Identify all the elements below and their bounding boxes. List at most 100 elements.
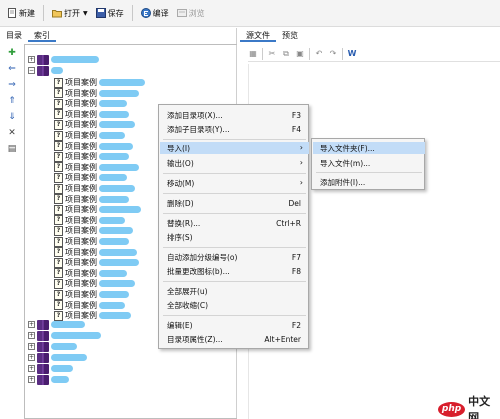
chevron-right-icon: ›: [299, 178, 303, 187]
add-icon[interactable]: ✚: [7, 48, 17, 58]
tree-item[interactable]: ? 项目案例: [54, 98, 127, 109]
paste-icon[interactable]: ▣: [295, 49, 305, 59]
tree-item[interactable]: ? 项目案例: [54, 257, 139, 268]
help-document-icon: ?: [54, 172, 63, 183]
right-tabs: 源文件 预览: [240, 28, 500, 42]
tree-node[interactable]: +: [28, 341, 77, 352]
menu-auto-number[interactable]: 自动添加分级编号(o) F7: [160, 251, 309, 263]
book-icon: [37, 65, 49, 76]
menu-expand-all[interactable]: 全部展开(u): [160, 285, 309, 297]
expand-icon[interactable]: +: [28, 365, 35, 372]
menu-separator: [163, 139, 306, 140]
browse-button[interactable]: 浏览: [174, 4, 208, 22]
tree-item[interactable]: ? 项目案例: [54, 215, 125, 226]
tree-item[interactable]: ? 项目案例: [54, 141, 133, 152]
open-button[interactable]: 打开 ▼: [49, 4, 91, 22]
menu-move[interactable]: 移动(M) ›: [160, 177, 309, 189]
side-toolbar: ✚ ⇐ ⇒ ⇑ ⇓ ✕ ▤: [4, 48, 20, 154]
menu-collapse-all[interactable]: 全部收缩(C): [160, 299, 309, 311]
menu-sort[interactable]: 排序(S): [160, 231, 309, 243]
chevron-right-icon: ›: [299, 143, 303, 152]
menu-edit[interactable]: 编辑(E) F2: [160, 319, 309, 331]
save-button[interactable]: 保存: [93, 4, 127, 22]
tree-node[interactable]: +: [28, 330, 101, 341]
tree-item[interactable]: ? 项目案例: [54, 194, 129, 205]
tree-item[interactable]: ? 项目案例: [54, 236, 129, 247]
redacted-label: [51, 376, 69, 383]
expand-icon[interactable]: +: [28, 332, 35, 339]
arrow-down-icon[interactable]: ⇓: [7, 112, 17, 122]
arrow-up-icon[interactable]: ⇑: [7, 96, 17, 106]
chevron-down-icon[interactable]: ▼: [83, 10, 88, 17]
toolbar-divider: [131, 5, 133, 21]
tree-item[interactable]: ? 项目案例: [54, 268, 127, 279]
tree-item[interactable]: ? 项目案例: [54, 278, 135, 289]
expand-icon[interactable]: +: [28, 376, 35, 383]
tree-node[interactable]: +: [28, 54, 99, 65]
tree-item[interactable]: ? 项目案例: [54, 77, 145, 88]
tree-item[interactable]: ? 项目案例: [54, 88, 139, 99]
menu-add-child[interactable]: 添加子目录项(Y)... F4: [160, 123, 309, 135]
tree-item[interactable]: ? 项目案例: [54, 204, 141, 215]
tree-item[interactable]: ? 项目案例: [54, 289, 129, 300]
delete-icon[interactable]: ✕: [7, 128, 17, 138]
menu-delete[interactable]: 删除(D) Del: [160, 197, 309, 209]
tree-item[interactable]: ? 项目案例: [54, 172, 127, 183]
menu-export[interactable]: 输出(O) ›: [160, 157, 309, 169]
menu-add-attachment[interactable]: 添加附件(I)...: [313, 176, 425, 188]
redacted-label: [99, 259, 139, 267]
help-document-icon: ?: [54, 119, 63, 130]
new-button[interactable]: 新建: [4, 4, 38, 22]
tab-source[interactable]: 源文件: [240, 28, 276, 42]
menu-import-folder[interactable]: 导入文件夹(F)...: [313, 142, 425, 154]
menu-import-file[interactable]: 导入文件(m)...: [313, 157, 425, 169]
menu-import[interactable]: 导入(I) ›: [160, 142, 309, 154]
tree-item[interactable]: ? 项目案例: [54, 151, 129, 162]
copy-icon[interactable]: ⧉: [281, 49, 291, 59]
new-button-label: 新建: [19, 8, 35, 18]
menu-shortcut: F2: [291, 321, 301, 330]
tree-item-label: 项目案例: [65, 215, 97, 225]
tree-node[interactable]: +: [28, 352, 87, 363]
help-document-icon: ?: [54, 289, 63, 300]
menu-label: 删除(D): [167, 198, 194, 208]
compile-button-label: 编译: [152, 8, 169, 18]
redo-icon[interactable]: ↷: [328, 49, 338, 59]
menu-shortcut: F7: [291, 253, 301, 262]
collapse-icon[interactable]: −: [28, 67, 35, 74]
tab-index[interactable]: 索引: [28, 28, 56, 42]
expand-icon[interactable]: +: [28, 321, 35, 328]
expand-icon[interactable]: +: [28, 354, 35, 361]
tree-item[interactable]: ? 项目案例: [54, 109, 129, 120]
tree-item[interactable]: ? 项目案例: [54, 300, 125, 311]
tab-preview[interactable]: 预览: [276, 28, 304, 42]
compile-button[interactable]: 编译: [138, 4, 172, 22]
tree-node[interactable]: +: [28, 363, 73, 374]
menu-add-sibling[interactable]: 添加目录项(X)... F3: [160, 109, 309, 121]
arrow-left-icon[interactable]: ⇐: [7, 64, 17, 74]
tree-item[interactable]: ? 项目案例: [54, 162, 139, 173]
menu-replace[interactable]: 替换(R)... Ctrl+R: [160, 217, 309, 229]
redacted-label: [99, 132, 125, 139]
menu-batch-icon[interactable]: 批量更改图标(b)... F8: [160, 265, 309, 277]
tree-item[interactable]: ? 项目案例: [54, 225, 133, 236]
tree-item[interactable]: ? 项目案例: [54, 119, 135, 130]
tree-node[interactable]: +: [28, 319, 85, 330]
expand-icon[interactable]: +: [28, 343, 35, 350]
tree-item[interactable]: ? 项目案例: [54, 183, 135, 194]
expand-icon[interactable]: +: [28, 56, 35, 63]
toolbar-divider: [342, 47, 343, 60]
cut-icon[interactable]: ✂: [267, 49, 277, 59]
undo-icon[interactable]: ↶: [314, 49, 324, 59]
tree-item[interactable]: ? 项目案例: [54, 130, 125, 141]
tab-contents[interactable]: 目录: [0, 28, 28, 42]
properties-icon[interactable]: ▤: [7, 144, 17, 154]
menu-properties[interactable]: 目录项属性(Z)... Alt+Enter: [160, 333, 309, 345]
arrow-right-icon[interactable]: ⇒: [7, 80, 17, 90]
insert-icon[interactable]: ▦: [248, 49, 258, 59]
tree-node[interactable]: +: [28, 374, 69, 385]
wrap-icon[interactable]: W: [347, 49, 357, 59]
tree-item[interactable]: ? 项目案例: [54, 247, 137, 258]
editor-toolbar: ▦ ✂ ⧉ ▣ ↶ ↷ W: [248, 46, 500, 62]
tree-node[interactable]: −: [28, 65, 63, 76]
